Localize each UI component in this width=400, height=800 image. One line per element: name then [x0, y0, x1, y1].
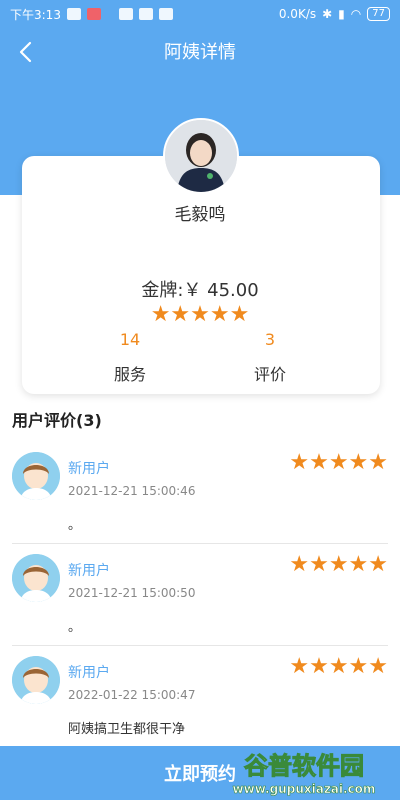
user-avatar-icon [12, 656, 60, 704]
page-title: 阿姨详情 [164, 42, 236, 63]
review-username: 新用户 [68, 461, 110, 477]
watermark-logo: 谷普软件园 www.gupuxiazai.com [232, 752, 376, 797]
back-button[interactable] [10, 38, 40, 66]
review-stars: ★★★★★ [289, 552, 388, 577]
video-app-icon [86, 8, 101, 20]
reviews-title: 用户评价(3) [12, 411, 102, 430]
divider [12, 543, 388, 544]
review-username: 新用户 [68, 665, 110, 681]
review-stars: ★★★★★ [289, 450, 388, 475]
app-icon [118, 8, 133, 20]
message-icon [66, 8, 81, 20]
status-right: 0.0K/s ✱ ▮ ◠ 77 [279, 7, 390, 21]
stat-reviews-label: 评价 [253, 365, 286, 384]
review-stars: ★★★★★ [289, 654, 388, 679]
browser-icon [158, 8, 173, 20]
network-speed: 0.0K/s [278, 7, 317, 21]
download-icon [138, 8, 153, 20]
caregiver-rating-stars: ★★★★★ [150, 302, 250, 327]
reviewer-avatar [12, 452, 60, 500]
review-time: 2021-12-21 15:00:46 [68, 484, 196, 498]
review-item: 新用户 2022-01-22 15:00:47 ★★★★★ 阿姨搞卫生都很干净 [0, 648, 400, 748]
reviewer-avatar [12, 554, 60, 602]
review-text: 。 [68, 518, 82, 533]
back-arrow-icon [19, 41, 32, 63]
stat-service-label: 服务 [113, 365, 146, 384]
wifi-icon: ◠ [350, 7, 362, 21]
review-username: 新用户 [68, 563, 110, 579]
divider [12, 645, 388, 646]
stat-service: 14 服务 [70, 330, 190, 385]
nav-bar: 阿姨详情 [0, 28, 400, 74]
status-time: 下午3:13 [10, 7, 61, 22]
battery-icon: 77 [367, 7, 390, 21]
status-left: 下午3:13 [10, 6, 173, 23]
review-text: 。 [68, 620, 82, 635]
caregiver-avatar [163, 118, 239, 194]
review-text: 阿姨搞卫生都很干净 [68, 722, 186, 737]
caregiver-price: 金牌:￥ 45.00 [141, 280, 259, 301]
bluetooth-icon: ✱ [322, 7, 333, 21]
stat-reviews: 3 评价 [210, 330, 330, 385]
user-avatar-icon [12, 452, 60, 500]
svg-text:www.gupuxiazai.com: www.gupuxiazai.com [233, 782, 376, 796]
review-item: 新用户 2021-12-21 15:00:50 ★★★★★ 。 [0, 546, 400, 646]
reviewer-avatar [12, 656, 60, 704]
review-time: 2021-12-21 15:00:50 [68, 586, 196, 600]
svg-text:谷普软件园: 谷普软件园 [244, 752, 364, 780]
review-time: 2022-01-22 15:00:47 [68, 688, 196, 702]
review-item: 新用户 2021-12-21 15:00:46 ★★★★★ 。 [0, 444, 400, 544]
caregiver-name: 毛毅鸣 [174, 205, 226, 225]
stat-service-value: 14 [119, 330, 141, 349]
signal-icon: ▮ [338, 7, 345, 21]
user-avatar-icon [12, 554, 60, 602]
caregiver-photo [165, 120, 237, 192]
status-bar: 下午3:13 0.0K/s ✱ ▮ ◠ 77 [0, 0, 400, 28]
stat-reviews-value: 3 [264, 330, 276, 349]
